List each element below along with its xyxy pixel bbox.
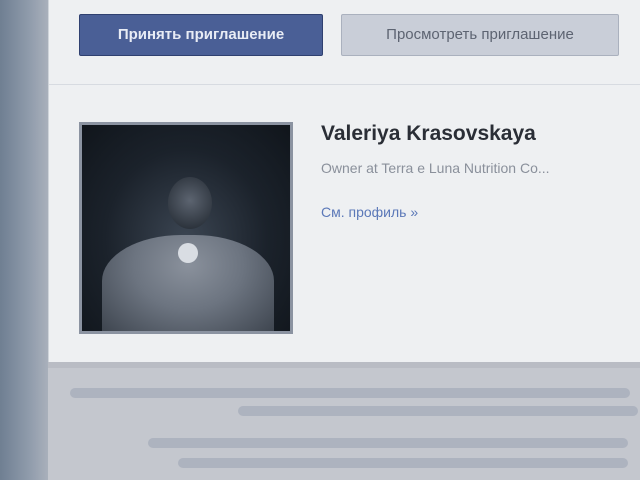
footer-text-line — [238, 406, 638, 416]
profile-photo[interactable] — [79, 122, 293, 334]
invitation-panel: Принять приглашение Просмотреть приглаше… — [48, 0, 640, 362]
footer-text-line — [70, 388, 630, 398]
screen-bezel — [0, 0, 48, 480]
divider — [49, 84, 640, 85]
accept-invitation-button[interactable]: Принять приглашение — [79, 14, 323, 56]
photo-head — [168, 177, 212, 229]
photo-detail — [178, 243, 198, 263]
email-footer — [48, 368, 640, 480]
profile-name[interactable]: Valeriya Krasovskaya — [321, 122, 536, 146]
footer-text-line — [148, 438, 628, 448]
profile-headline: Owner at Terra e Luna Nutrition Co... — [321, 160, 550, 176]
view-invitation-button[interactable]: Просмотреть приглашение — [341, 14, 619, 56]
view-profile-link[interactable]: См. профиль » — [321, 204, 418, 220]
footer-text-line — [178, 458, 628, 468]
